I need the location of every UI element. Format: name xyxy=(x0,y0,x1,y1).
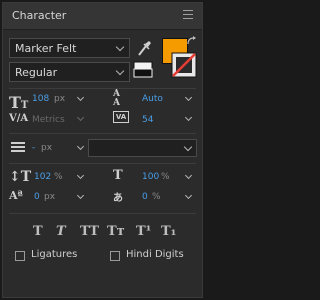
font-size-value[interactable]: 108 xyxy=(32,94,49,104)
chevron-down-icon[interactable] xyxy=(76,113,85,122)
tracking-icon: VA xyxy=(113,111,129,123)
all-caps-button[interactable]: TT xyxy=(80,224,99,239)
chevron-down-icon[interactable] xyxy=(184,191,193,200)
eyedropper-icon[interactable] xyxy=(136,39,152,57)
separator xyxy=(9,88,196,89)
font-family-dropdown[interactable]: Marker Felt xyxy=(9,38,130,58)
faux-bold-button[interactable]: T xyxy=(33,224,43,239)
stroke-color-swatch[interactable] xyxy=(171,52,197,78)
baseline-shift-value[interactable]: 0 xyxy=(34,192,40,202)
separator xyxy=(9,213,196,214)
font-style-dropdown[interactable]: Regular xyxy=(9,62,130,82)
panel-header: Character xyxy=(3,3,202,30)
superscript-button[interactable]: T¹ xyxy=(136,224,151,239)
font-size-unit: px xyxy=(54,94,66,104)
chevron-down-icon[interactable] xyxy=(184,113,193,122)
chevron-down-icon[interactable] xyxy=(184,171,193,180)
default-colors-icon[interactable] xyxy=(133,61,153,79)
hindi-digits-checkbox[interactable] xyxy=(110,251,120,261)
tracking-value[interactable]: 54 xyxy=(142,115,153,125)
tsume-value[interactable]: 0 xyxy=(142,192,148,202)
indent-options-dropdown[interactable] xyxy=(88,139,197,157)
tsume-icon: あ xyxy=(113,193,123,204)
panel-menu-icon[interactable] xyxy=(183,10,193,20)
chevron-down-icon xyxy=(115,66,125,76)
baseline-shift-icon: Aª xyxy=(9,189,23,202)
chevron-down-icon[interactable] xyxy=(184,93,193,102)
font-size-icon: TT xyxy=(9,93,29,112)
panel-title: Character xyxy=(12,9,67,22)
subscript-button[interactable]: T₁ xyxy=(161,224,176,239)
character-panel: Character Marker Felt Regular TT 108 px … xyxy=(2,2,203,298)
chevron-down-icon[interactable] xyxy=(76,191,85,200)
font-family-value: Marker Felt xyxy=(15,42,77,55)
indent-icon xyxy=(11,142,25,152)
horizontal-scale-value[interactable]: 100 xyxy=(142,172,159,182)
kerning-value[interactable]: Metrics xyxy=(32,115,65,125)
separator xyxy=(9,163,196,164)
indent-value[interactable]: - xyxy=(32,143,35,153)
indent-unit: px xyxy=(41,143,53,153)
kerning-icon: V/A xyxy=(9,113,29,124)
font-style-value: Regular xyxy=(15,66,58,79)
chevron-down-icon[interactable] xyxy=(76,142,85,151)
chevron-down-icon[interactable] xyxy=(76,93,85,102)
hindi-digits-label: Hindi Digits xyxy=(126,249,184,260)
chevron-down-icon xyxy=(183,142,193,152)
separator xyxy=(9,133,196,134)
vertical-scale-value[interactable]: 102 xyxy=(34,172,51,182)
baseline-shift-unit: px xyxy=(44,192,56,202)
tsume-unit: % xyxy=(152,192,161,202)
swap-colors-icon[interactable] xyxy=(186,36,198,48)
leading-value[interactable]: Auto xyxy=(142,94,163,104)
ligatures-checkbox[interactable] xyxy=(15,251,25,261)
faux-italic-button[interactable]: T xyxy=(56,224,66,239)
vertical-scale-icon: ↕T xyxy=(9,169,32,185)
vertical-scale-unit: % xyxy=(54,172,63,182)
small-caps-button[interactable]: Tт xyxy=(107,224,125,239)
chevron-down-icon xyxy=(115,42,125,52)
leading-icon: AA xyxy=(113,89,120,108)
horizontal-scale-unit: % xyxy=(161,172,170,182)
ligatures-label: Ligatures xyxy=(31,249,78,260)
horizontal-scale-icon: T xyxy=(113,168,123,183)
chevron-down-icon[interactable] xyxy=(76,171,85,180)
